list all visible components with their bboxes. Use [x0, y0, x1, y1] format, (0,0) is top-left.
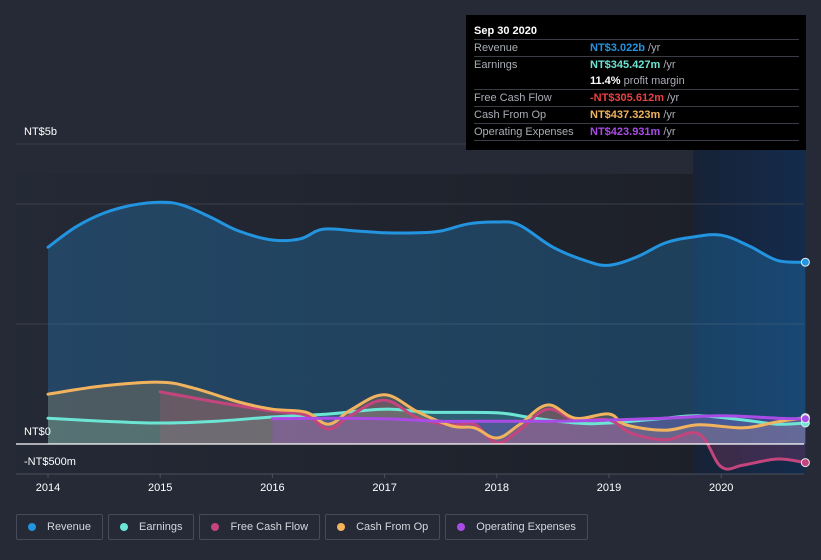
tooltip-row-earnings: Earnings NT$345.427m /yr: [474, 57, 799, 73]
tooltip-row-cash-from-op: Cash From Op NT$437.323m /yr: [474, 107, 799, 124]
tooltip-value: NT$437.323m: [590, 109, 661, 121]
tooltip-value: NT$345.427m: [590, 59, 661, 71]
tooltip-value: NT$423.931m: [590, 126, 661, 138]
tooltip-date: Sep 30 2020: [474, 23, 799, 40]
x-tick-label: 2015: [148, 482, 172, 494]
tooltip-unit: /yr: [663, 109, 676, 121]
series-areas: [48, 202, 806, 470]
tooltip-label: [474, 73, 590, 89]
tooltip-label: Earnings: [474, 59, 518, 71]
x-tick-label: 2020: [709, 482, 733, 494]
tooltip-label: Free Cash Flow: [474, 92, 552, 104]
x-tick-label: 2018: [485, 482, 509, 494]
tooltip-value: -NT$305.612m: [590, 92, 664, 104]
endpoint-operating-expenses: [800, 414, 810, 424]
legend-earnings-button[interactable]: Earnings: [108, 514, 195, 540]
y-tick-label: NT$5b: [24, 126, 57, 138]
tooltip-label: Operating Expenses: [474, 126, 574, 138]
legend-dot-icon: [457, 523, 466, 531]
legend-cash-from-op-button[interactable]: Cash From Op: [325, 514, 441, 540]
endpoint-revenue: [800, 257, 810, 267]
legend-dot-icon: [28, 523, 36, 531]
tooltip-unit: /yr: [663, 59, 676, 71]
tooltip-label: Cash From Op: [474, 109, 547, 121]
legend-revenue-button[interactable]: Revenue: [16, 514, 104, 540]
tooltip-unit: /yr: [667, 92, 680, 104]
tooltip-unit: profit margin: [623, 75, 685, 87]
legend-operating-expenses-button[interactable]: Operating Expenses: [445, 514, 588, 540]
legend-free-cash-flow-button[interactable]: Free Cash Flow: [199, 514, 321, 540]
legend-dot-icon: [211, 523, 220, 531]
x-axis: 2014 2015 2016 2017 2018 2019 2020: [16, 473, 804, 494]
tooltip-row-free-cash-flow: Free Cash Flow -NT$305.612m /yr: [474, 90, 799, 107]
legend-label: Cash From Op: [356, 521, 429, 533]
legend-label: Operating Expenses: [476, 521, 576, 533]
legend-label: Earnings: [139, 521, 183, 533]
x-tick-label: 2019: [597, 482, 621, 494]
x-tick-label: 2016: [260, 482, 284, 494]
legend-dot-icon: [337, 523, 346, 531]
legend-label: Free Cash Flow: [230, 521, 309, 533]
endpoint-free-cash-flow: [800, 458, 810, 468]
legend-dot-icon: [120, 523, 129, 531]
tooltip-unit: /yr: [648, 42, 661, 54]
tooltip-value: 11.4%: [590, 75, 621, 87]
tooltip-row-profit-margin: 11.4% profit margin: [474, 73, 799, 90]
y-tick-label: -NT$500m: [24, 456, 76, 468]
tooltip-value: NT$3.022b: [590, 42, 646, 54]
tooltip: Sep 30 2020 Revenue NT$3.022b /yr Earnin…: [466, 15, 806, 150]
y-tick-label: NT$0: [24, 426, 51, 438]
tooltip-unit: /yr: [663, 126, 676, 138]
tooltip-row-operating-expenses: Operating Expenses NT$423.931m /yr: [474, 124, 799, 141]
legend-label: Revenue: [47, 521, 92, 533]
tooltip-row-revenue: Revenue NT$3.022b /yr: [474, 40, 799, 57]
x-tick-label: 2017: [372, 482, 396, 494]
tooltip-label: Revenue: [474, 42, 519, 54]
legend: Revenue Earnings Free Cash Flow Cash Fro…: [16, 514, 588, 540]
x-tick-label: 2014: [36, 482, 60, 494]
